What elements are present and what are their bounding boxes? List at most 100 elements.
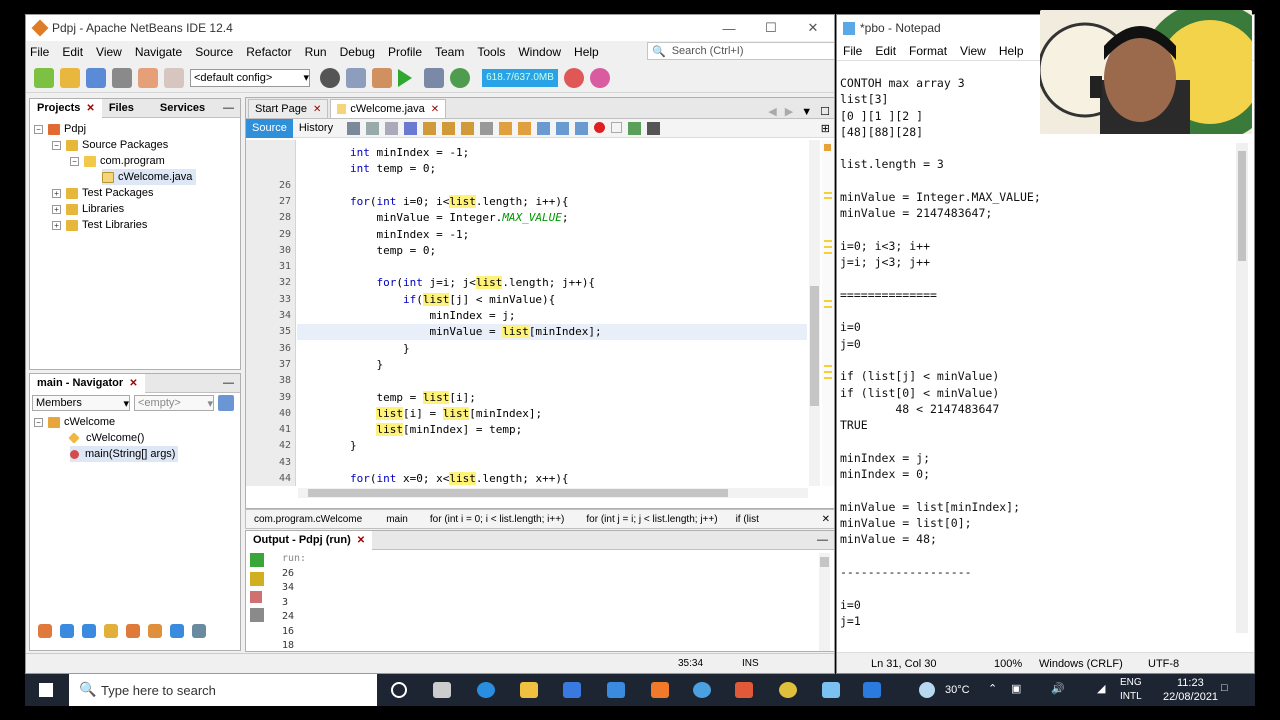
nav-item-method[interactable]: main(String[] args) bbox=[70, 446, 179, 462]
menu-view[interactable]: View bbox=[96, 45, 122, 59]
weather-icon[interactable] bbox=[919, 682, 935, 698]
notepad-menu-file[interactable]: File bbox=[843, 44, 862, 58]
memory-indicator[interactable]: 618.7/637.0MB bbox=[482, 68, 558, 87]
close-icon[interactable]: ✕ bbox=[822, 514, 830, 525]
lock-icon[interactable] bbox=[104, 624, 118, 638]
minimize-panel-icon[interactable]: — bbox=[817, 534, 828, 546]
menu-edit[interactable]: Edit bbox=[62, 45, 83, 59]
sync-icon[interactable] bbox=[218, 395, 234, 411]
search-input[interactable]: 🔍 Search (Ctrl+I) bbox=[647, 42, 834, 60]
breadcrumb-item-if[interactable]: if (list bbox=[736, 514, 759, 525]
profile-icon[interactable] bbox=[450, 67, 470, 88]
editor-horizontal-scrollbar[interactable] bbox=[298, 488, 808, 498]
code-area[interactable]: int minIndex = -1; int temp = 0; for(int… bbox=[297, 140, 809, 486]
comment-icon[interactable] bbox=[628, 121, 642, 135]
menu-window[interactable]: Window bbox=[518, 45, 561, 59]
zoom-icon[interactable] bbox=[863, 682, 881, 698]
notepad-scrollbar[interactable] bbox=[1236, 143, 1248, 633]
scroll-left-icon[interactable]: ◀ bbox=[768, 105, 776, 118]
code-line[interactable]: } bbox=[297, 438, 807, 454]
tab-projects[interactable]: Projects ✕ bbox=[30, 98, 102, 118]
code-line[interactable]: if(list[j] < minValue){ bbox=[297, 292, 807, 308]
code-line[interactable]: int temp = 0; bbox=[297, 161, 807, 177]
notepad-menu-format[interactable]: Format bbox=[909, 44, 947, 58]
notepad-menu-help[interactable]: Help bbox=[999, 44, 1024, 58]
back-icon[interactable] bbox=[347, 121, 361, 135]
record-macro-icon[interactable] bbox=[594, 121, 606, 133]
redo-icon[interactable] bbox=[164, 67, 184, 88]
network-icon[interactable]: ▣ bbox=[1011, 682, 1021, 695]
store-icon[interactable] bbox=[563, 682, 581, 698]
split-icon[interactable]: ⊞ bbox=[821, 122, 830, 135]
last-edit-icon[interactable] bbox=[385, 121, 399, 135]
new-file-icon[interactable] bbox=[34, 67, 54, 88]
chrome-icon[interactable] bbox=[779, 682, 797, 698]
tab-source[interactable]: Source bbox=[246, 118, 293, 138]
chevron-up-icon[interactable]: ⌃ bbox=[988, 682, 997, 695]
code-line[interactable] bbox=[297, 455, 807, 471]
menu-team[interactable]: Team bbox=[435, 45, 464, 59]
debug-icon[interactable] bbox=[424, 67, 444, 88]
rerun-icon[interactable] bbox=[250, 553, 264, 567]
nav-item-class[interactable]: − cWelcome bbox=[34, 414, 115, 430]
filter-select[interactable]: <empty> ▾ bbox=[134, 395, 214, 411]
new-project-icon[interactable] bbox=[60, 67, 80, 88]
tab-services[interactable]: Services bbox=[153, 99, 212, 118]
tab-start-page[interactable]: Start Page ✕ bbox=[248, 99, 329, 118]
next-bookmark-icon[interactable] bbox=[518, 121, 532, 135]
code-line[interactable]: for(int i=0; i<list.length; i++){ bbox=[297, 194, 807, 210]
menu-help[interactable]: Help bbox=[574, 45, 599, 59]
chevron-down-icon[interactable]: ▼ bbox=[801, 106, 812, 118]
notepad-text-area[interactable]: CONTOH max array 3 list[3] [0 ][1 ][2 ] … bbox=[840, 75, 1041, 629]
clock-time[interactable]: 11:23 bbox=[1177, 677, 1204, 689]
shift-right-icon[interactable] bbox=[575, 121, 589, 135]
sort-source-icon[interactable] bbox=[192, 624, 206, 638]
settings-icon[interactable] bbox=[250, 608, 264, 622]
maximize-icon[interactable]: ☐ bbox=[750, 15, 792, 41]
notepad-menu-edit[interactable]: Edit bbox=[875, 44, 896, 58]
static-icon[interactable] bbox=[82, 624, 96, 638]
menu-profile[interactable]: Profile bbox=[388, 45, 422, 59]
profiler-icon[interactable] bbox=[590, 67, 610, 88]
menu-refactor[interactable]: Refactor bbox=[246, 45, 291, 59]
tab-output[interactable]: Output - Pdpj (run) ✕ bbox=[246, 530, 373, 550]
close-icon[interactable]: ✕ bbox=[792, 15, 834, 41]
tree-item-project[interactable]: − Pdpj bbox=[34, 121, 86, 137]
globe-icon[interactable] bbox=[693, 682, 711, 698]
menu-debug[interactable]: Debug bbox=[340, 45, 375, 59]
code-line[interactable]: } bbox=[297, 341, 807, 357]
find-next-icon[interactable] bbox=[442, 121, 456, 135]
clock-date[interactable]: 22/08/2021 bbox=[1163, 691, 1218, 703]
cortana-icon[interactable] bbox=[391, 682, 407, 698]
minimize-icon[interactable]: — bbox=[708, 15, 750, 41]
prev-bookmark-icon[interactable] bbox=[499, 121, 513, 135]
undo-icon[interactable] bbox=[138, 67, 158, 88]
scrollbar-thumb[interactable] bbox=[1238, 151, 1246, 261]
scrollbar-thumb[interactable] bbox=[308, 489, 728, 497]
open-project-icon[interactable] bbox=[86, 67, 106, 88]
close-icon[interactable]: ✕ bbox=[129, 378, 137, 389]
run-icon[interactable] bbox=[398, 68, 412, 87]
notepad-taskbar-icon[interactable] bbox=[822, 682, 840, 698]
file-explorer-icon[interactable] bbox=[520, 682, 538, 698]
stop-icon[interactable] bbox=[250, 591, 262, 603]
code-line[interactable] bbox=[297, 178, 807, 194]
breadcrumb-item-for-i[interactable]: for (int i = 0; i < list.length; i++) bbox=[430, 514, 565, 525]
gc-icon[interactable] bbox=[564, 67, 584, 88]
globe-icon[interactable] bbox=[320, 67, 340, 88]
rect-select-icon[interactable] bbox=[480, 121, 494, 135]
breadcrumb-item-for-j[interactable]: for (int j = i; j < list.length; j++) bbox=[586, 514, 717, 525]
scroll-right-icon[interactable]: ▶ bbox=[785, 105, 793, 118]
language-code[interactable]: ENG bbox=[1120, 677, 1142, 688]
code-line[interactable]: } bbox=[297, 357, 807, 373]
editor-vertical-scrollbar[interactable] bbox=[809, 140, 820, 486]
tab-history[interactable]: History bbox=[293, 119, 339, 138]
code-line[interactable]: minIndex = j; bbox=[297, 308, 807, 324]
toggle-bookmark-icon[interactable] bbox=[537, 121, 551, 135]
breadcrumb-item-method[interactable]: main bbox=[386, 514, 408, 525]
chart-icon[interactable] bbox=[647, 121, 661, 135]
xampp-icon[interactable] bbox=[651, 682, 669, 698]
fields-icon[interactable] bbox=[60, 624, 74, 638]
code-line[interactable]: minIndex = -1; bbox=[297, 227, 807, 243]
config-select[interactable]: <default config> ▾ bbox=[190, 68, 310, 87]
